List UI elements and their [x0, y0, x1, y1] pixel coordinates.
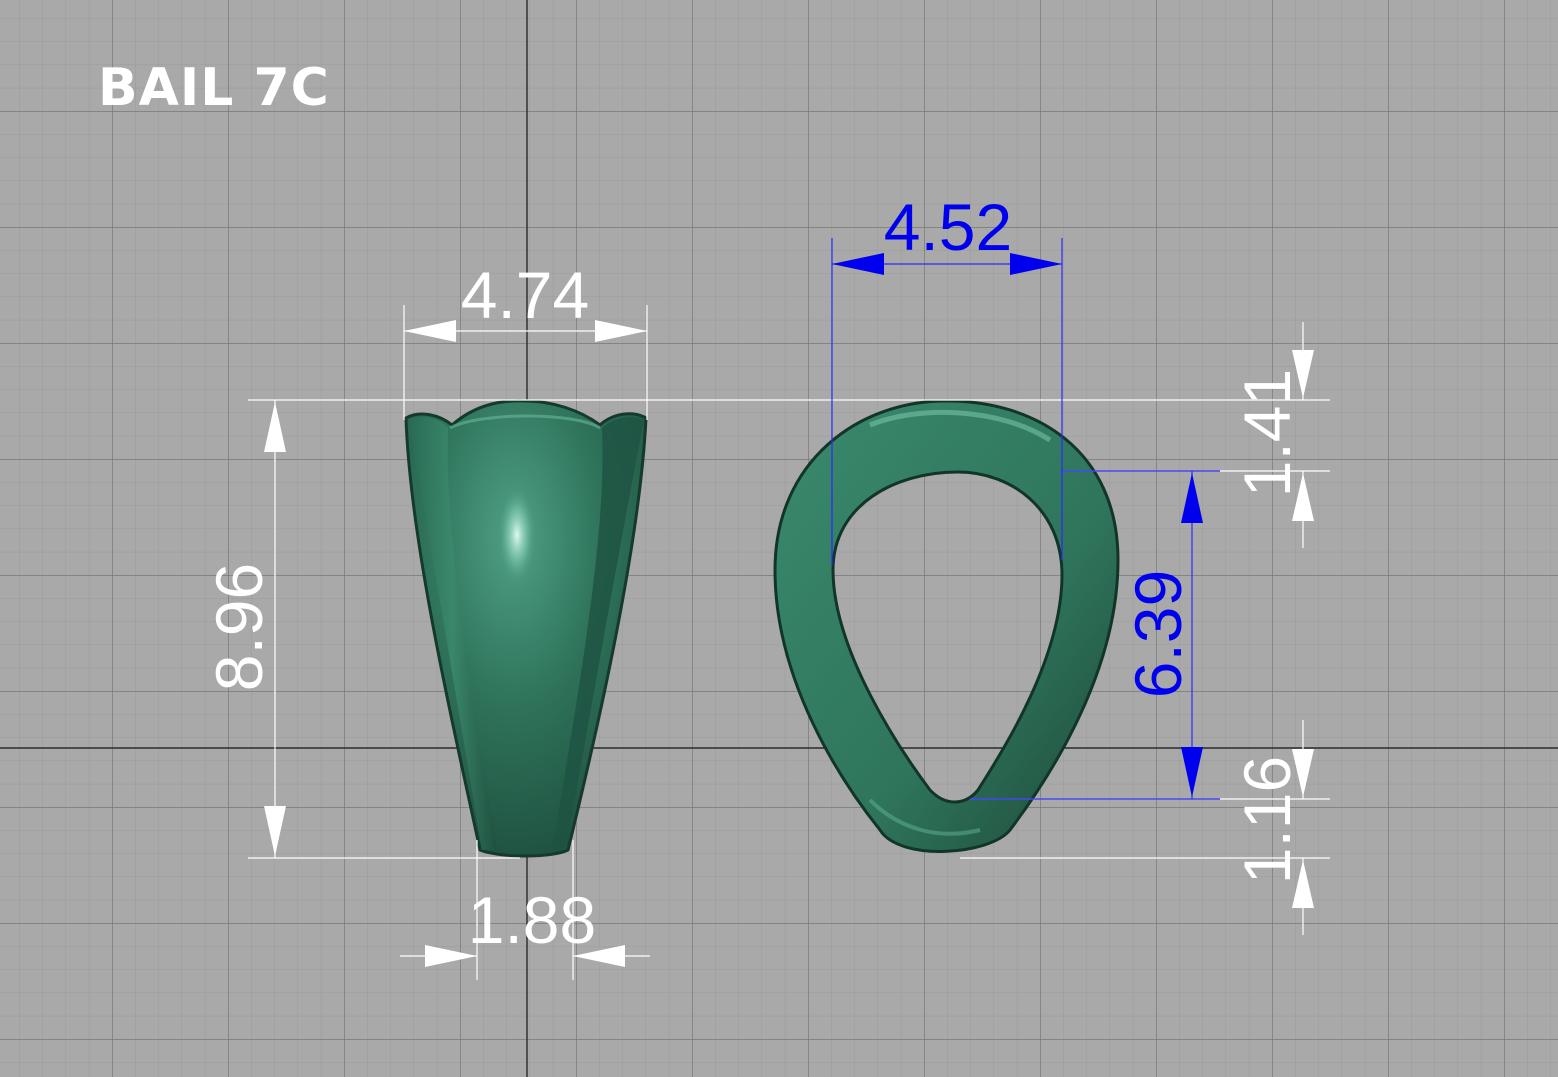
opening-width-label: 4.52: [884, 190, 1012, 264]
top-thickness-label: 1.41: [1230, 369, 1304, 497]
bottom-width-label: 1.88: [468, 883, 596, 957]
page-title: BAIL 7C: [98, 58, 330, 118]
drawing-canvas: 4.74 8.96 1.88 4.52 6.39 1.41 1.16: [0, 0, 1558, 1077]
top-width-label: 4.74: [461, 258, 589, 332]
bail-front-highlight: [497, 483, 537, 587]
cad-viewport[interactable]: 4.74 8.96 1.88 4.52 6.39 1.41 1.16 BAIL …: [0, 0, 1558, 1077]
opening-height-label: 6.39: [1121, 570, 1195, 698]
height-label: 8.96: [202, 563, 276, 691]
bottom-thickness-label: 1.16: [1230, 756, 1304, 884]
